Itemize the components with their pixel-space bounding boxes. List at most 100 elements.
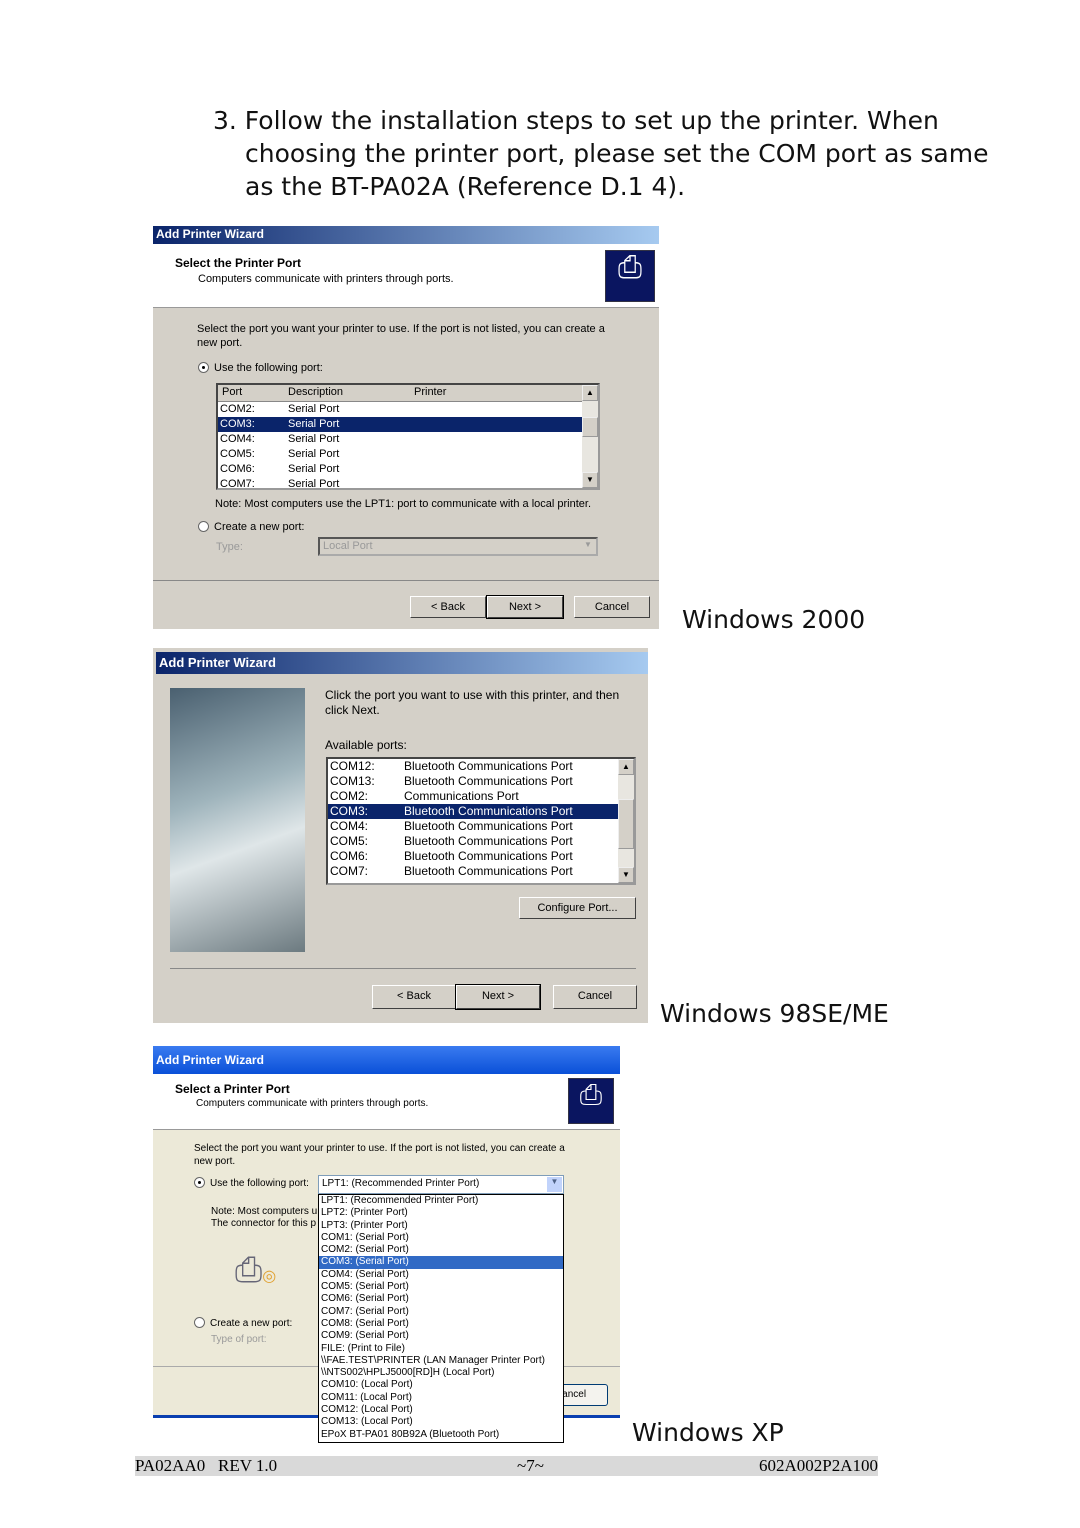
list-item[interactable]: COM5: Bluetooth Communications Port bbox=[328, 834, 618, 849]
title-bar: Add Printer Wizard bbox=[156, 652, 648, 674]
port-name: COM5: bbox=[330, 834, 369, 848]
dropdown-option[interactable]: LPT2: (Printer Port) bbox=[319, 1207, 563, 1219]
dropdown-option[interactable]: COM8: (Serial Port) bbox=[319, 1318, 563, 1330]
win98-dialog: Add Printer Wizard Click the port you wa… bbox=[153, 648, 648, 1023]
list-item[interactable]: COM3: Bluetooth Communications Port bbox=[328, 804, 618, 819]
column-description[interactable]: Description bbox=[288, 385, 343, 400]
type-label: Type of port: bbox=[211, 1334, 267, 1345]
dropdown-option[interactable]: COM5: (Serial Port) bbox=[319, 1281, 563, 1293]
column-printer[interactable]: Printer bbox=[414, 385, 446, 400]
create-port-radio[interactable]: Create a new port: bbox=[194, 1317, 292, 1329]
port-description: Bluetooth Communications Port bbox=[404, 834, 573, 848]
next-button[interactable]: Next > bbox=[486, 595, 564, 619]
dropdown-option[interactable]: COM10: (Local Port) bbox=[319, 1379, 563, 1391]
port-description: Bluetooth Communications Port bbox=[404, 849, 573, 863]
list-item[interactable]: COM2: Serial Port bbox=[218, 402, 582, 417]
port-name: COM4: bbox=[330, 819, 369, 833]
dropdown-option[interactable]: \\FAE.TEST\PRINTER (LAN Manager Printer … bbox=[319, 1355, 563, 1367]
port-description: Bluetooth Communications Port bbox=[404, 804, 573, 818]
intro-text: Select the port you want your printer to… bbox=[194, 1143, 565, 1167]
cancel-button[interactable]: Cancel bbox=[553, 985, 637, 1009]
port-name: COM6: bbox=[330, 849, 369, 863]
os-label-winxp: Windows XP bbox=[632, 1418, 784, 1447]
radio-icon bbox=[198, 521, 209, 532]
list-item[interactable]: COM3: Serial Port bbox=[218, 417, 582, 432]
list-item[interactable]: COM12: Bluetooth Communications Port bbox=[328, 759, 618, 774]
port-list[interactable]: COM12: Bluetooth Communications Port COM13… bbox=[326, 757, 636, 885]
list-item[interactable]: COM13: Bluetooth Communications Port bbox=[328, 774, 618, 789]
dropdown-option[interactable]: EPoX BT-PA01 80B92A (Bluetooth Port) bbox=[319, 1429, 563, 1441]
port-description: Serial Port bbox=[288, 448, 340, 460]
divider bbox=[153, 580, 659, 581]
wizard-header: Select the Printer Port Computers commun… bbox=[153, 244, 659, 308]
port-name: COM13: bbox=[330, 774, 375, 788]
type-select[interactable]: Local Port ▼ bbox=[318, 537, 598, 556]
dropdown-option[interactable]: COM4: (Serial Port) bbox=[319, 1269, 563, 1281]
os-label-win2000: Windows 2000 bbox=[682, 605, 866, 634]
subheading: Computers communicate with printers thro… bbox=[196, 1098, 429, 1109]
wizard-image bbox=[170, 688, 305, 952]
dropdown-option[interactable]: COM9: (Serial Port) bbox=[319, 1330, 563, 1342]
intro-text: Click the port you want to use with this… bbox=[325, 688, 620, 717]
dropdown-option[interactable]: FILE: (Print to File) bbox=[319, 1343, 563, 1355]
port-list[interactable]: Port Description Printer COM2: Serial Por… bbox=[216, 383, 600, 490]
port-description: Bluetooth Communications Port bbox=[404, 864, 573, 878]
title-bar: Add Printer Wizard bbox=[153, 1046, 620, 1074]
use-port-radio[interactable]: Use the following port: bbox=[194, 1177, 309, 1189]
note-text: Note: Most computers use the LPT1: port … bbox=[215, 498, 592, 510]
back-button[interactable]: < Back bbox=[372, 985, 456, 1009]
list-item[interactable]: COM4: Bluetooth Communications Port bbox=[328, 819, 618, 834]
list-item[interactable]: COM4: Serial Port bbox=[218, 432, 582, 447]
printer-cable-icon: ⎙◎ bbox=[235, 1251, 277, 1289]
port-dropdown-list[interactable]: LPT1: (Recommended Printer Port) LPT2: (P… bbox=[318, 1194, 564, 1443]
column-port[interactable]: Port bbox=[222, 385, 242, 400]
port-description: Bluetooth Communications Port bbox=[404, 819, 573, 833]
next-button[interactable]: Next > bbox=[455, 984, 541, 1010]
dropdown-option[interactable]: COM1: (Serial Port) bbox=[319, 1232, 563, 1244]
port-name: COM7: bbox=[330, 864, 369, 878]
port-name: COM7: bbox=[220, 478, 255, 490]
use-port-radio[interactable]: Use the following port: bbox=[198, 362, 323, 374]
dropdown-option[interactable]: COM11: (Local Port) bbox=[319, 1392, 563, 1404]
win2000-dialog: Add Printer Wizard Select the Printer Po… bbox=[153, 226, 659, 629]
scrollbar[interactable]: ▲ ▼ bbox=[618, 759, 634, 883]
configure-port-button[interactable]: Configure Port... bbox=[519, 897, 636, 919]
available-ports-label: Available ports: bbox=[325, 738, 407, 752]
divider bbox=[170, 968, 636, 969]
back-button[interactable]: < Back bbox=[410, 596, 486, 618]
type-label: Type: bbox=[216, 541, 243, 553]
list-item[interactable]: COM6: Serial Port bbox=[218, 462, 582, 477]
list-item[interactable]: COM7: Bluetooth Communications Port bbox=[328, 864, 618, 879]
dropdown-option[interactable]: LPT3: (Printer Port) bbox=[319, 1220, 563, 1232]
heading: Select the Printer Port bbox=[175, 256, 302, 270]
port-description: Serial Port bbox=[288, 418, 340, 430]
port-name: COM4: bbox=[220, 433, 255, 445]
cancel-button[interactable]: Cancel bbox=[574, 596, 650, 618]
dropdown-option[interactable]: COM2: (Serial Port) bbox=[319, 1244, 563, 1256]
list-item[interactable]: COM5: Serial Port bbox=[218, 447, 582, 462]
list-item[interactable]: COM2: Communications Port bbox=[328, 789, 618, 804]
dropdown-option[interactable]: COM6: (Serial Port) bbox=[319, 1293, 563, 1305]
radio-icon bbox=[194, 1317, 205, 1328]
port-description: Communications Port bbox=[404, 789, 519, 803]
chevron-down-icon: ▼ bbox=[581, 540, 595, 553]
dropdown-option[interactable]: COM12: (Local Port) bbox=[319, 1404, 563, 1416]
port-description: Serial Port bbox=[288, 478, 340, 490]
dropdown-option[interactable]: \\NTS002\HPLJ5000[RD]H (Local Port) bbox=[319, 1367, 563, 1379]
port-description: Serial Port bbox=[288, 433, 340, 445]
list-item[interactable]: COM7: Serial Port bbox=[218, 477, 582, 490]
scrollbar[interactable]: ▲ ▼ bbox=[582, 385, 598, 488]
list-item[interactable]: COM6: Bluetooth Communications Port bbox=[328, 849, 618, 864]
dropdown-option[interactable]: COM3: (Serial Port) bbox=[319, 1256, 563, 1269]
dropdown-option[interactable]: LPT1: (Recommended Printer Port) bbox=[319, 1195, 563, 1207]
intro-text: Select the port you want your printer to… bbox=[197, 323, 605, 349]
create-port-radio[interactable]: Create a new port: bbox=[198, 521, 305, 533]
wizard-header: Select a Printer Port Computers communic… bbox=[153, 1074, 620, 1130]
dropdown-option[interactable]: COM7: (Serial Port) bbox=[319, 1306, 563, 1318]
port-name: COM5: bbox=[220, 448, 255, 460]
port-name: COM12: bbox=[330, 759, 375, 773]
note-text: Note: Most computers u The connector for … bbox=[211, 1206, 317, 1229]
dropdown-option[interactable]: COM13: (Local Port) bbox=[319, 1416, 563, 1428]
radio-icon bbox=[198, 362, 209, 373]
port-combo[interactable]: LPT1: (Recommended Printer Port) ▼ bbox=[318, 1175, 564, 1194]
